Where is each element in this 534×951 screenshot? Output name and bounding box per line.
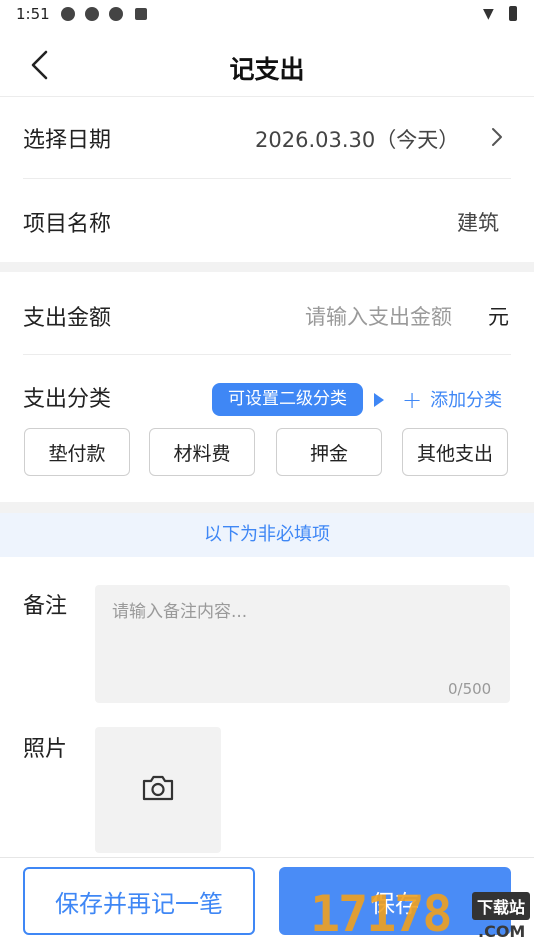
camera-icon — [142, 775, 174, 801]
add-category-button[interactable]: + 添加分类 — [402, 386, 502, 414]
amount-input[interactable]: 请输入支出金额 — [305, 301, 452, 331]
category-tooltip: 可设置二级分类 — [212, 383, 363, 416]
date-row[interactable]: 选择日期 2026.03.30（今天） — [0, 97, 534, 178]
watermark-logo: 17178 — [310, 885, 453, 943]
save-and-new-button[interactable]: 保存并再记一笔 — [23, 867, 255, 935]
project-value: 建筑 — [457, 211, 499, 235]
notification-icon — [61, 7, 75, 21]
note-label: 备注 — [23, 594, 68, 619]
date-value: 2026.03.30（今天） — [255, 128, 460, 152]
amount-row: 支出金额 请输入支出金额 元 — [0, 272, 534, 354]
tooltip-tail — [374, 393, 384, 407]
notification-icon — [109, 7, 123, 21]
divider — [23, 354, 511, 355]
section-gap — [0, 262, 534, 272]
amount-unit: 元 — [488, 305, 509, 329]
photo-label: 照片 — [23, 737, 68, 762]
amount-label: 支出金额 — [23, 306, 112, 331]
category-option-deposit[interactable]: 押金 — [276, 428, 382, 476]
watermark-domain: .COM — [478, 922, 526, 941]
note-counter: 0/500 — [448, 680, 492, 698]
category-option-advance[interactable]: 垫付款 — [24, 428, 130, 476]
chevron-right-icon — [490, 126, 504, 152]
category-option-other[interactable]: 其他支出 — [402, 428, 508, 476]
optional-notice: 以下为非必填项 — [0, 513, 534, 557]
notification-icon — [135, 8, 147, 20]
status-time: 1:51 — [16, 5, 50, 23]
page-title: 记支出 — [229, 55, 305, 84]
note-placeholder: 请输入备注内容... — [112, 602, 248, 622]
section-gap — [0, 502, 534, 513]
project-label: 项目名称 — [23, 212, 112, 237]
battery-icon — [509, 6, 517, 21]
wifi-icon: ▼ — [483, 6, 494, 22]
watermark-tag: 下载站 — [472, 892, 531, 920]
plus-icon: + — [402, 386, 423, 414]
project-row: 项目名称 建筑 — [0, 179, 534, 261]
category-label: 支出分类 — [23, 387, 112, 412]
status-bar: 1:51 ▼ — [0, 0, 534, 30]
add-category-label: 添加分类 — [430, 390, 503, 411]
notification-icon — [85, 7, 99, 21]
date-label: 选择日期 — [23, 128, 112, 153]
category-option-materials[interactable]: 材料费 — [149, 428, 255, 476]
